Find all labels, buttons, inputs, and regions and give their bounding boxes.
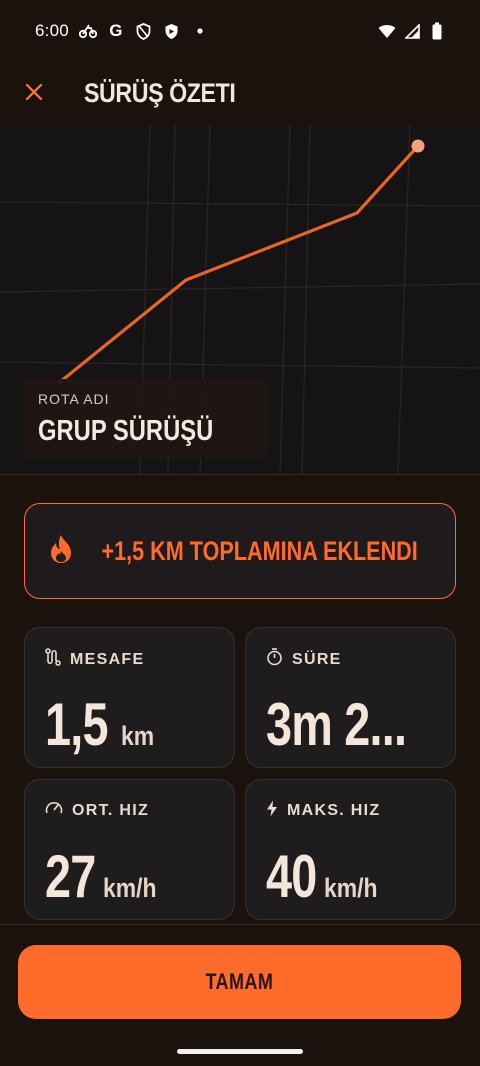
route-label: ROTA ADI [38, 391, 110, 407]
vpn-shield-icon [163, 22, 181, 40]
stat-head: ORT. HIZ [45, 800, 149, 821]
ok-button[interactable]: TAMAM [18, 945, 461, 1019]
status-bar: 6:00 G [0, 0, 480, 62]
stat-unit: km/h [323, 873, 378, 903]
flame-icon [48, 534, 74, 569]
route-name: GRUP SÜRÜŞÜ [38, 415, 214, 447]
bike-notification-icon [78, 22, 97, 40]
stat-number: 1,5 [45, 691, 109, 758]
wifi-icon [378, 22, 396, 40]
page-title: SÜRÜŞ ÖZETI [84, 78, 236, 108]
stat-card-distance: MESAFE 1,5 km [24, 627, 235, 768]
status-time: 6:00 [35, 21, 69, 40]
dot-icon [191, 22, 209, 40]
stat-head: MAKS. HIZ [266, 800, 380, 822]
route-name-card: ROTA ADI GRUP SÜRÜŞÜ [24, 379, 268, 458]
close-button[interactable] [18, 78, 50, 110]
stat-value: 1,5 km [45, 690, 160, 759]
stat-head: MESAFE [45, 648, 144, 671]
stat-label: MESAFE [70, 650, 145, 668]
stat-card-max-speed: MAKS. HIZ 40 km/h [245, 779, 456, 920]
stat-value: 27 km/h [45, 842, 166, 911]
stat-unit: km/h [102, 873, 157, 903]
stat-value: 40 km/h [266, 842, 387, 911]
status-right [378, 22, 446, 40]
stat-label: ORT. HIZ [72, 801, 150, 819]
stat-number: 40 [266, 843, 317, 910]
route-icon [45, 648, 61, 671]
route-end-marker [411, 139, 425, 153]
stat-head: SÜRE [266, 648, 342, 671]
stat-number: 27 [45, 843, 96, 910]
banner-text: +1,5 KM TOPLAMINA EKLENDI [101, 535, 419, 566]
stopwatch-icon [266, 648, 283, 671]
speedometer-icon [45, 800, 63, 821]
stat-card-duration: SÜRE 3m 2... [245, 627, 456, 768]
divider [0, 474, 480, 475]
shield-icon [135, 22, 153, 40]
divider [0, 924, 480, 925]
app-bar: SÜRÜŞ ÖZETI [0, 62, 480, 126]
stat-label: MAKS. HIZ [287, 802, 381, 819]
ok-button-label: TAMAM [205, 969, 274, 994]
distance-added-banner: +1,5 KM TOPLAMINA EKLENDI [24, 503, 456, 599]
stat-card-avg-speed: ORT. HIZ 27 km/h [24, 779, 235, 920]
stat-number: 3m 2... [266, 691, 407, 758]
signal-icon [403, 22, 421, 40]
battery-icon [428, 22, 446, 40]
lightning-icon [266, 800, 278, 822]
stat-value: 3m 2... [266, 690, 446, 759]
route-map[interactable]: ROTA ADI GRUP SÜRÜŞÜ [0, 124, 480, 474]
stat-label: SÜRE [292, 650, 342, 668]
close-icon [24, 82, 44, 107]
stat-unit: km [121, 721, 155, 751]
google-icon: G [109, 21, 123, 40]
home-indicator[interactable] [177, 1049, 303, 1054]
route-line [58, 144, 420, 384]
status-left: 6:00 G [35, 21, 378, 41]
